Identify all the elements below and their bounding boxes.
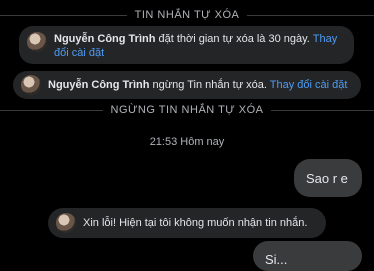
divider-line (247, 14, 374, 16)
divider-label: NGỪNG TIN NHẮN TỰ XÓA (110, 104, 264, 116)
outgoing-message-bubble-partial[interactable]: Si... (253, 241, 362, 271)
system-message-timer-stopped: Nguyễn Công Trình ngừng Tin nhắn tự xóa.… (13, 71, 361, 99)
divider-line (271, 109, 374, 111)
divider-disappearing-messages: TIN NHẮN TỰ XÓA (0, 7, 374, 23)
system-message-body: ngừng Tin nhắn tự xóa. (149, 79, 270, 91)
change-settings-link[interactable]: Thay đổi cài đặt (270, 79, 348, 91)
message-text: Sao r e (306, 170, 348, 186)
avatar[interactable] (27, 32, 47, 52)
divider-line (0, 14, 127, 16)
message-text: Xin lỗi! Hiện tại tôi không muốn nhận ti… (83, 217, 308, 229)
avatar[interactable] (21, 75, 41, 95)
sender-name: Nguyễn Công Trình (54, 33, 156, 45)
message-text: Si... (265, 252, 288, 267)
system-message-text: Nguyễn Công Trình đặt thời gian tự xóa l… (54, 32, 344, 60)
divider-line (0, 109, 103, 111)
system-message-timer-set: Nguyễn Công Trình đặt thời gian tự xóa l… (19, 26, 354, 64)
sender-name: Nguyễn Công Trình (48, 79, 150, 91)
system-message-body: đặt thời gian tự xóa là 30 ngày. (155, 33, 313, 45)
outgoing-message-bubble[interactable]: Sao r e (294, 159, 362, 197)
divider-label: TIN NHẮN TỰ XÓA (134, 9, 240, 21)
incoming-message-bubble[interactable]: Xin lỗi! Hiện tại tôi không muốn nhận ti… (48, 208, 326, 238)
system-message-text: Nguyễn Công Trình ngừng Tin nhắn tự xóa.… (48, 78, 347, 92)
divider-stop-disappearing-messages: NGỪNG TIN NHẮN TỰ XÓA (0, 102, 374, 118)
avatar[interactable] (56, 213, 76, 233)
message-timestamp: 21:53 Hôm nay (149, 136, 225, 148)
